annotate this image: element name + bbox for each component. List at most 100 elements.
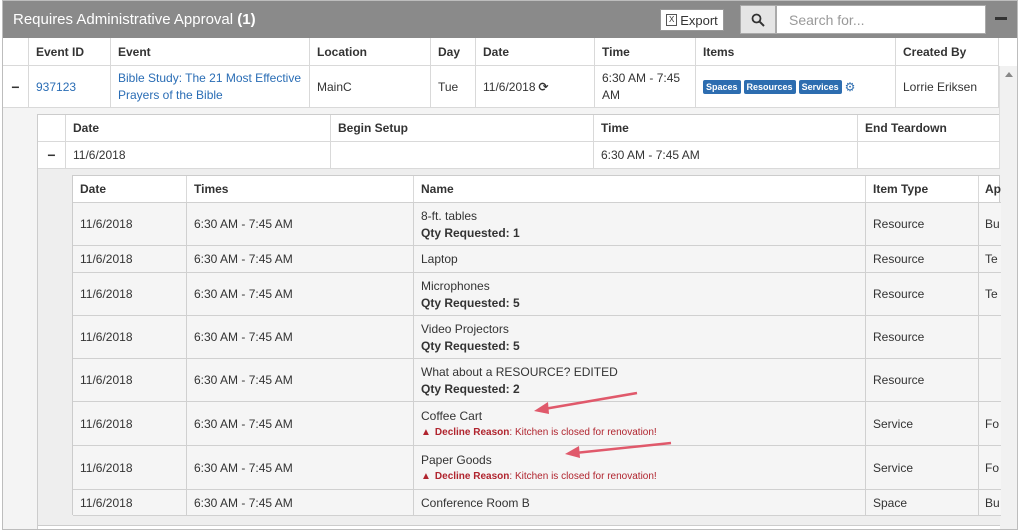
item-name-cell: Coffee Cart ▲ Decline Reason: Kitchen is c… [414,402,866,445]
col-time[interactable]: Time [595,38,696,65]
collapse-panel-icon[interactable] [995,17,1007,20]
item-type: Resource [866,359,979,401]
schedule-row: − 11/6/2018 6:30 AM - 7:45 AM [38,142,1000,169]
item-approver: Te [985,252,998,266]
qty-requested: Qty Requested: 5 [421,295,520,310]
item-times: 6:30 AM - 7:45 AM [187,446,414,489]
item-name: What about a RESOURCE? EDITED [421,364,618,379]
item-row[interactable]: 11/6/2018 6:30 AM - 7:45 AM Coffee Cart ▲ De… [73,402,1001,446]
item-date: 11/6/2018 [73,203,187,245]
item-date: 11/6/2018 [73,446,187,489]
schedule-end-teardown [858,142,1000,168]
item-times: 6:30 AM - 7:45 AM [187,402,414,445]
schedule-time: 6:30 AM - 7:45 AM [594,142,858,168]
event-id-link[interactable]: 937123 [29,66,111,107]
event-row: − 937123 Bible Study: The 21 Most Effect… [3,66,999,108]
item-date: 11/6/2018 [73,359,187,401]
event-date: 11/6/2018 ⟳ [476,66,595,107]
item-approver: Bu [985,495,1000,510]
search-button[interactable] [740,5,776,34]
item-name-cell: 8-ft. tables Qty Requested: 1 [414,203,866,245]
collapse-row-icon[interactable]: − [3,66,29,107]
item-name: Video Projectors [421,321,509,336]
item-type: Resource [866,203,979,245]
item-name-cell: Video Projectors Qty Requested: 5 [414,316,866,358]
schedule-table: Date Begin Setup Time End Teardown − 11/… [37,114,1001,529]
item-times: 6:30 AM - 7:45 AM [187,203,414,245]
item-times: 6:30 AM - 7:45 AM [187,490,414,515]
vertical-scrollbar[interactable] [999,66,1017,529]
decline-reason: ▲ Decline Reason: Kitchen is closed for r… [421,427,657,438]
schedule-date: 11/6/2018 [66,142,331,168]
badge-resources[interactable]: Resources [743,79,796,94]
col-event-id[interactable]: Event ID [29,38,111,65]
gear-icon[interactable]: ⚙ [845,80,856,94]
event-day: Tue [431,66,476,107]
item-approver: Bu [985,217,1000,231]
col-begin-setup[interactable]: Begin Setup [331,115,594,141]
item-date: 11/6/2018 [73,402,187,445]
excel-icon: X [666,14,678,26]
item-approver: Fo [985,416,1000,431]
qty-requested: Qty Requested: 1 [421,225,520,240]
col-location[interactable]: Location [310,38,431,65]
qty-requested: Qty Requested: 2 [421,381,520,396]
item-row[interactable]: 11/6/2018 6:30 AM - 7:45 AM Conference Roo… [73,490,1001,516]
item-date: 11/6/2018 [73,490,187,515]
panel-title: Requires Administrative Approval (1) [13,11,256,28]
item-date: 11/6/2018 [73,273,187,315]
item-times: 6:30 AM - 7:45 AM [187,273,414,315]
event-location: MainC [310,66,431,107]
badge-services[interactable]: Services [798,79,842,94]
panel-header: Requires Administrative Approval (1) X Ex… [3,1,1017,38]
event-name-link[interactable]: Bible Study: The 21 Most Effective Prayer… [111,66,310,107]
warning-icon: ▲ [421,427,431,438]
collapse-schedule-icon[interactable]: − [38,142,66,168]
item-row[interactable]: 11/6/2018 6:30 AM - 7:45 AM What about a R… [73,359,1001,402]
col-date[interactable]: Date [476,38,595,65]
search-icon [751,13,765,27]
col-day[interactable]: Day [431,38,476,65]
item-name: Laptop [421,252,458,266]
items-container: Date Times Name Item Type Ap 11/6/2018 6:… [38,169,1001,529]
item-approver: Te [985,287,998,301]
col-item-name[interactable]: Name [414,176,866,202]
item-row[interactable]: 11/6/2018 6:30 AM - 7:45 AM 8-ft. tables Qt… [73,203,1001,246]
col-sched-date[interactable]: Date [66,115,331,141]
item-name-cell: Paper Goods ▲ Decline Reason: Kitchen is c… [414,446,866,489]
next-schedule-row[interactable] [38,525,1000,529]
warning-icon: ▲ [421,471,431,482]
item-row[interactable]: 11/6/2018 6:30 AM - 7:45 AM Paper Goods ▲ De… [73,446,1001,490]
item-row[interactable]: 11/6/2018 6:30 AM - 7:45 AM Laptop Resource… [73,246,1001,273]
col-item-times[interactable]: Times [187,176,414,202]
badge-spaces[interactable]: Spaces [703,79,741,94]
col-event[interactable]: Event [111,38,310,65]
item-name: 8-ft. tables [421,208,478,223]
approval-panel: Requires Administrative Approval (1) X Ex… [2,0,1018,530]
item-name-cell: What about a RESOURCE? EDITED Qty Request… [414,359,866,401]
col-item-date[interactable]: Date [73,176,187,202]
search-input[interactable] [776,5,986,34]
item-times: 6:30 AM - 7:45 AM [187,246,414,272]
item-name-cell: Laptop [414,246,866,272]
col-item-type[interactable]: Item Type [866,176,979,202]
scroll-up-arrow-icon[interactable] [1005,72,1013,77]
recurring-icon: ⟳ [538,79,549,94]
col-end-teardown[interactable]: End Teardown [858,115,1000,141]
export-button[interactable]: X Export [660,9,724,31]
event-created-by: Lorrie Eriksen [896,66,999,107]
item-row[interactable]: 11/6/2018 6:30 AM - 7:45 AM Video Projecto… [73,316,1001,359]
col-items[interactable]: Items [696,38,896,65]
item-type: Resource [866,316,979,358]
item-type: Resource [866,246,979,272]
items-header: Date Times Name Item Type Ap [73,176,1001,203]
approval-count: (1) [237,11,256,28]
event-time: 6:30 AM - 7:45 AM [595,66,696,107]
col-sched-time[interactable]: Time [594,115,858,141]
item-approver [979,359,1001,401]
item-name: Paper Goods [421,453,492,467]
col-item-approver[interactable]: Ap [979,176,1001,202]
item-approver: Fo [985,460,1000,475]
item-row[interactable]: 11/6/2018 6:30 AM - 7:45 AM Microphones Qty… [73,273,1001,316]
col-created-by[interactable]: Created By [896,38,999,65]
